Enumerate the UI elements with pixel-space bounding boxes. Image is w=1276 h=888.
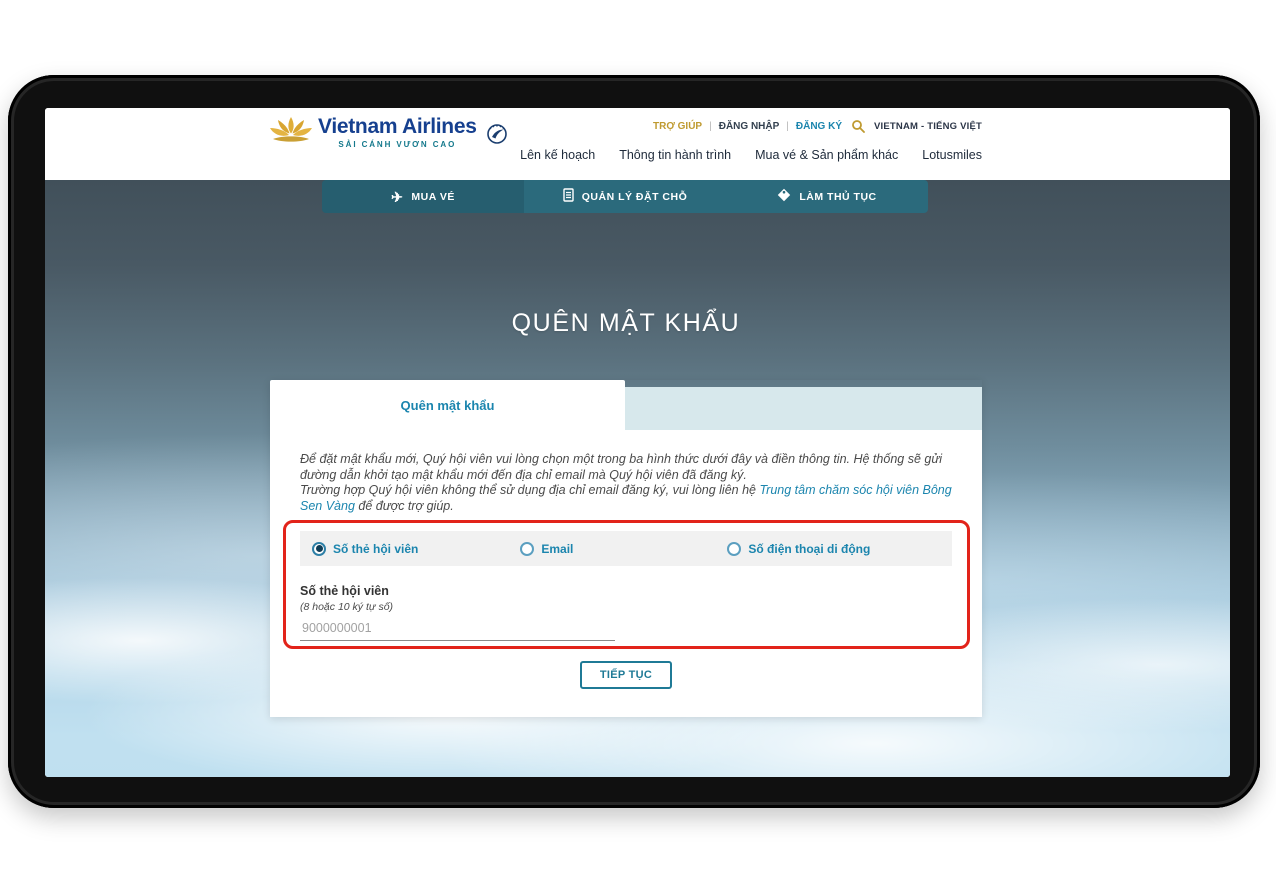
tab-forgot-password[interactable]: Quên mật khẩu [270,380,625,430]
intro-line2-prefix: Trường hợp Quý hội viên không thể sử dụn… [300,483,759,497]
brand-name: Vietnam Airlines [318,115,477,139]
locale-selector[interactable]: VIETNAM - TIẾNG VIỆT [874,121,982,132]
member-card-input[interactable] [300,619,615,641]
login-link[interactable]: ĐĂNG NHẬP [719,121,780,132]
tab-row: Quên mật khẩu [270,380,982,430]
logo-text: Vietnam Airlines SẢI CÁNH VƯƠN CAO [318,115,477,149]
card-body: Để đặt mật khẩu mới, Quý hội viên vui lò… [270,430,982,717]
recovery-option-bar: Số thẻ hội viên Email Số điện thoại di đ… [300,531,952,566]
help-link[interactable]: TRỢ GIÚP [653,121,702,132]
quickbar-buy-ticket-label: MUA VÉ [411,191,454,203]
option-phone[interactable]: Số điện thoại di động [727,542,870,556]
register-link[interactable]: ĐĂNG KÝ [796,121,842,132]
tab-forgot-password-label: Quên mật khẩu [401,398,495,413]
option-member-card-label: Số thẻ hội viên [333,542,418,556]
quick-action-bar: ✈ MUA VÉ QUẢN LÝ ĐẶT CHỖ [322,180,928,213]
brand-tagline: SẢI CÁNH VƯƠN CAO [318,140,477,149]
member-card-field-label: Số thẻ hội viên [300,584,952,598]
continue-button[interactable]: TIẾP TỤC [580,661,672,689]
quickbar-check-in-label: LÀM THỦ TỤC [799,191,876,203]
radio-phone[interactable] [727,542,741,556]
booking-icon [563,188,574,205]
tablet-frame: Vietnam Airlines SẢI CÁNH VƯƠN CAO TRỢ G… [8,75,1260,808]
search-icon[interactable] [851,119,865,133]
page-title: QUÊN MẬT KHẨU [270,309,982,338]
intro-line1: Để đặt mật khẩu mới, Quý hội viên vui lò… [300,452,942,482]
tab-inactive-area[interactable] [625,387,982,430]
option-phone-label: Số điện thoại di động [748,542,870,556]
option-email[interactable]: Email [520,542,573,556]
nav-buy-products[interactable]: Mua vé & Sản phẩm khác [755,148,898,162]
plane-icon: ✈ [391,190,403,204]
site-header: Vietnam Airlines SẢI CÁNH VƯƠN CAO TRỢ G… [45,108,1230,171]
quickbar-manage-booking[interactable]: QUẢN LÝ ĐẶT CHỖ [524,180,726,213]
nav-trip-info[interactable]: Thông tin hành trình [619,148,731,162]
browser-screen: Vietnam Airlines SẢI CÁNH VƯƠN CAO TRỢ G… [45,108,1230,777]
quickbar-manage-booking-label: QUẢN LÝ ĐẶT CHỖ [582,191,688,203]
radio-email[interactable] [520,542,534,556]
separator: | [786,121,789,132]
header-right: TRỢ GIÚP | ĐĂNG NHẬP | ĐĂNG KÝ VIETNAM -… [520,108,982,171]
quickbar-check-in[interactable]: LÀM THỦ TỤC [726,180,928,213]
radio-member-card[interactable] [312,542,326,556]
option-member-card[interactable]: Số thẻ hội viên [312,542,418,556]
member-card-field-hint: (8 hoặc 10 ký tự số) [300,601,952,613]
separator: | [709,121,712,132]
forgot-password-card: Quên mật khẩu Để đặt mật khẩu mới, Quý h… [270,380,982,717]
nav-plan[interactable]: Lên kế hoạch [520,148,595,162]
quickbar-buy-ticket[interactable]: ✈ MUA VÉ [322,180,524,213]
lotus-icon [270,115,316,154]
main-nav: Lên kế hoạch Thông tin hành trình Mua vé… [520,148,982,162]
skyteam-icon [485,121,509,150]
vietnam-airlines-logo[interactable]: Vietnam Airlines SẢI CÁNH VƯƠN CAO [270,108,509,171]
tag-icon [777,188,791,205]
cloud-background: ✈ MUA VÉ QUẢN LÝ ĐẶT CHỖ [45,180,1230,777]
option-email-label: Email [541,542,573,556]
utility-links: TRỢ GIÚP | ĐĂNG NHẬP | ĐĂNG KÝ VIETNAM -… [653,119,982,133]
intro-text: Để đặt mật khẩu mới, Quý hội viên vui lò… [300,452,952,514]
nav-lotusmiles[interactable]: Lotusmiles [922,148,982,162]
intro-line2-suffix: để được trợ giúp. [355,499,454,513]
